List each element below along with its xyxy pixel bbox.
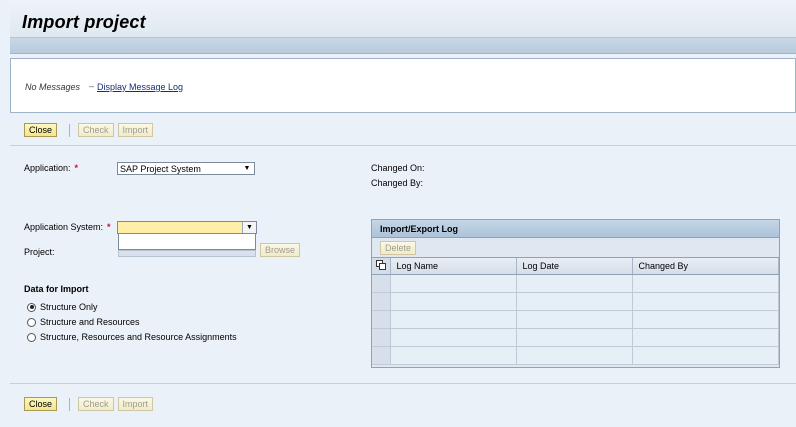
title-bar: Import project (10, 0, 796, 38)
cell (632, 274, 779, 293)
radio-button[interactable] (27, 332, 36, 342)
import-button[interactable]: Import (117, 123, 154, 137)
radio-label: Structure Only (40, 302, 98, 312)
cell (516, 310, 633, 329)
toolbar-separator (69, 123, 71, 137)
application-select[interactable]: SAP Project System ▼ (117, 162, 255, 175)
column-header-changed-by[interactable]: Changed By (632, 258, 779, 275)
radio-button[interactable] (27, 317, 36, 327)
changed-by-label: Changed By: (371, 178, 424, 188)
import-export-log-panel: Import/Export Log Delete Log Name Log Da… (371, 219, 780, 368)
cell (516, 346, 633, 365)
divider (10, 145, 796, 146)
application-system-select[interactable]: ▼ (117, 221, 257, 234)
check-button[interactable]: Check (78, 123, 114, 137)
radio-structure-only[interactable]: Structure Only (27, 302, 98, 312)
top-toolbar: Close Check Import (24, 123, 154, 137)
column-header-log-date[interactable]: Log Date (516, 258, 633, 275)
divider (10, 383, 796, 384)
close-button[interactable]: Close (24, 123, 58, 137)
column-header-log-name[interactable]: Log Name (390, 258, 517, 275)
cell (390, 274, 517, 293)
row-selector[interactable] (372, 292, 391, 311)
cell (516, 274, 633, 293)
project-input[interactable] (118, 250, 256, 257)
radio-label: Structure, Resources and Resource Assign… (40, 332, 237, 342)
project-label: Project: (24, 247, 55, 257)
cell (632, 328, 779, 347)
row-selector[interactable] (372, 328, 391, 347)
table-settings-icon[interactable] (376, 260, 387, 271)
table-row[interactable] (372, 274, 779, 293)
chevron-down-icon[interactable]: ▼ (242, 222, 256, 233)
message-status: No Messages (25, 82, 81, 92)
application-system-dropdown-list[interactable] (118, 234, 256, 250)
bottom-toolbar: Close Check Import (24, 397, 154, 411)
table-row[interactable] (372, 292, 779, 311)
cell (632, 292, 779, 311)
radio-structure-resources-assignments[interactable]: Structure, Resources and Resource Assign… (27, 332, 237, 342)
message-area: No Messages – Display Message Log (10, 58, 796, 113)
close-button[interactable]: Close (24, 397, 58, 411)
cell (632, 346, 779, 365)
cell (632, 310, 779, 329)
title-sub-bar (10, 38, 796, 54)
display-message-log-link[interactable]: Display Message Log (97, 82, 183, 92)
radio-structure-resources[interactable]: Structure and Resources (27, 317, 140, 327)
data-for-import-title: Data for Import (24, 284, 89, 294)
check-button[interactable]: Check (78, 397, 114, 411)
cell (390, 292, 517, 311)
import-button[interactable]: Import (117, 397, 154, 411)
log-table: Log Name Log Date Changed By (372, 258, 779, 365)
row-selector[interactable] (372, 310, 391, 329)
table-row[interactable] (372, 310, 779, 329)
radio-label: Structure and Resources (40, 317, 140, 327)
toolbar-separator (69, 397, 71, 411)
row-selector[interactable] (372, 346, 391, 365)
browse-button[interactable]: Browse (260, 243, 301, 257)
chevron-down-icon[interactable]: ▼ (240, 163, 254, 174)
table-row[interactable] (372, 328, 779, 347)
application-system-label: Application System: * (24, 222, 111, 232)
delete-button[interactable]: Delete (380, 240, 417, 255)
required-marker: * (107, 222, 111, 232)
cell (390, 328, 517, 347)
changed-on-label: Changed On: (371, 163, 425, 173)
application-select-value: SAP Project System (120, 163, 201, 174)
table-row[interactable] (372, 346, 779, 365)
row-selector[interactable] (372, 274, 391, 293)
message-separator: – (89, 81, 95, 91)
cell (390, 310, 517, 329)
radio-button-checked[interactable] (27, 302, 36, 312)
cell (516, 292, 633, 311)
required-marker: * (74, 163, 79, 173)
log-panel-toolbar: Delete (372, 238, 779, 258)
cell (516, 328, 633, 347)
table-settings-cell[interactable] (372, 258, 391, 275)
log-panel-title: Import/Export Log (372, 220, 779, 238)
cell (390, 346, 517, 365)
application-label: Application: * (24, 163, 79, 173)
page-title: Import project (22, 12, 146, 32)
